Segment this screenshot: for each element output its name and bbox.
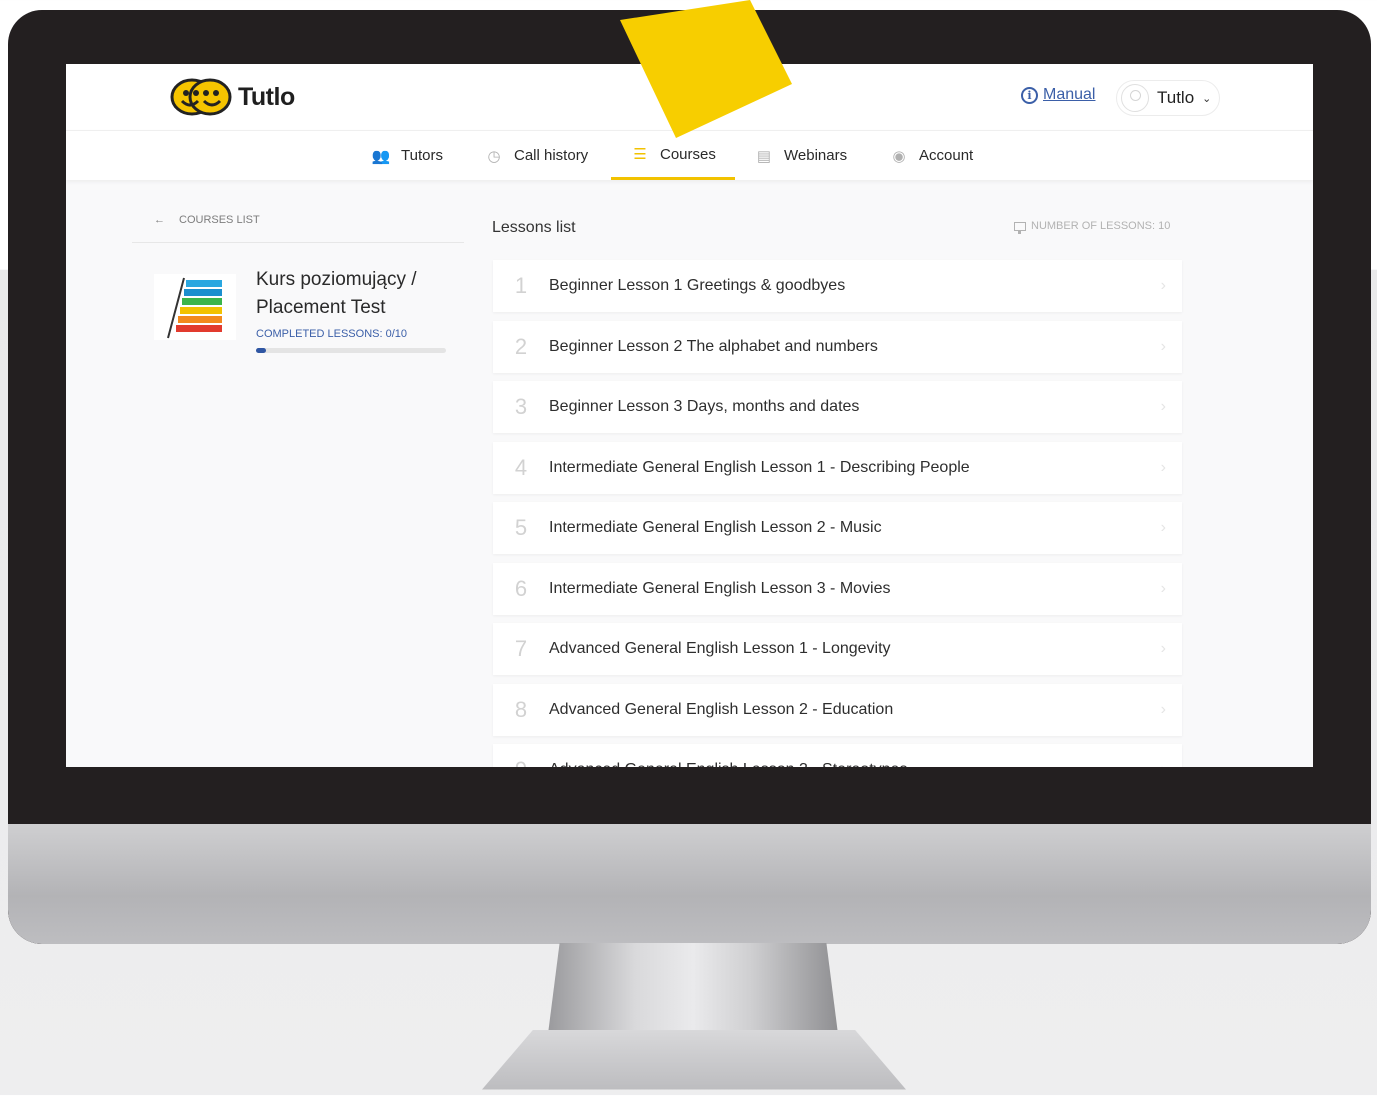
chevron-right-icon: › (1160, 458, 1166, 476)
lesson-number: 3 (514, 394, 528, 419)
info-icon: i (1021, 86, 1038, 104)
account-icon: ◉ (892, 147, 906, 165)
lesson-number: 2 (514, 333, 528, 359)
tab-label: Call history (514, 147, 589, 164)
lesson-title: Advanced General English Lesson 3 - Ster… (549, 761, 907, 767)
tab-label: Courses (660, 145, 716, 163)
lesson-number: 7 (514, 636, 528, 661)
lesson-list: 1 Beginner Lesson 1 Greetings & goodbyes ›… (493, 260, 1182, 767)
logo-text: Tutlo (238, 82, 295, 111)
lesson-title: Intermediate General English Lesson 2 - … (549, 519, 882, 536)
chevron-down-icon: ⌄ (1202, 92, 1212, 105)
monitor-stand-base (482, 1030, 906, 1090)
monitor-chin (8, 824, 1371, 944)
lesson-title: Advanced General English Lesson 2 - Educ… (549, 700, 894, 718)
chevron-right-icon: › (1160, 337, 1166, 355)
back-label: COURSES LIST (179, 214, 260, 226)
lesson-number: 9 (493, 757, 549, 767)
completed-lessons: COMPLETED LESSONS: 0/10 (256, 328, 407, 340)
course-title: Kurs poziomujący / Placement Test (256, 269, 417, 318)
lessons-heading: Lessons list (492, 219, 576, 236)
users-icon: 👥 (371, 147, 391, 165)
tab-label: Account (919, 147, 974, 164)
lesson-title: Intermediate General English Lesson 1 - … (549, 458, 970, 476)
lesson-number: 5 (514, 515, 528, 540)
chevron-right-icon: › (1161, 761, 1166, 767)
lesson-row[interactable]: 6 Intermediate General English Lesson 3 -… (493, 562, 1182, 615)
lesson-title: Beginner Lesson 3 Days, months and dates (549, 398, 860, 415)
user-name: Tutlo (1157, 88, 1195, 107)
tab-tutors[interactable]: 👥 Tutors (371, 131, 443, 180)
back-to-courses-link[interactable]: ← COURSES LIST (132, 214, 464, 243)
course-progress-bar (256, 348, 446, 353)
course-levels-icon (154, 274, 236, 340)
manual-label: Manual (1043, 86, 1096, 103)
arrow-left-icon: ← (154, 214, 165, 226)
tab-account[interactable]: ◉ Account (889, 131, 973, 180)
lessons-count: NUMBER OF LESSONS: 10 (1014, 220, 1171, 234)
lesson-row[interactable]: 7 Advanced General English Lesson 1 - Lon… (493, 623, 1182, 675)
lesson-row[interactable]: 8 Advanced General English Lesson 2 - Edu… (493, 683, 1182, 736)
chevron-right-icon: › (1160, 519, 1166, 536)
lesson-title: Intermediate General English Lesson 3 - … (549, 579, 891, 597)
lesson-title: Beginner Lesson 2 The alphabet and numbe… (549, 337, 878, 355)
lesson-number: 8 (514, 696, 528, 722)
lesson-row[interactable]: 1 Beginner Lesson 1 Greetings & goodbyes › (493, 260, 1182, 312)
chevron-right-icon: › (1160, 579, 1166, 597)
lesson-row[interactable]: 4 Intermediate General English Lesson 1 -… (493, 441, 1182, 494)
main-content: ← COURSES LIST Kurs poziomujący / Placem… (66, 180, 1313, 767)
progress-fill (256, 348, 266, 353)
lesson-row[interactable]: 5 Intermediate General English Lesson 2 -… (493, 502, 1182, 554)
tab-label: Tutors (401, 147, 443, 164)
chevron-right-icon: › (1160, 277, 1166, 294)
manual-link[interactable]: i Manual (1021, 86, 1095, 104)
history-icon: ◷ (487, 147, 501, 165)
lesson-row[interactable]: 2 Beginner Lesson 2 The alphabet and numb… (493, 320, 1182, 373)
logo[interactable]: Tutlo (170, 78, 295, 116)
lesson-row[interactable]: 3 Beginner Lesson 3 Days, months and date… (493, 381, 1182, 433)
pointer-arrow-icon (620, 0, 792, 138)
lesson-number: 6 (514, 575, 528, 601)
chevron-right-icon: › (1160, 398, 1166, 415)
lesson-title: Beginner Lesson 1 Greetings & goodbyes (549, 277, 846, 294)
avatar (1121, 84, 1149, 112)
tab-label: Webinars (784, 147, 848, 164)
app-screen: Tutlo i Manual Tutlo ⌄ 👥 Tutors ◷ Call h… (66, 64, 1313, 767)
tab-call-history[interactable]: ◷ Call history (484, 131, 588, 180)
list-icon: ☰ (633, 146, 647, 163)
lessons-count-label: NUMBER OF LESSONS: 10 (1031, 220, 1171, 232)
lesson-row[interactable]: 9Advanced General English Lesson 3 - Ste… (493, 744, 1182, 767)
lesson-number: 1 (514, 273, 528, 298)
chevron-right-icon: › (1160, 640, 1166, 657)
tutlo-logo-icon (170, 78, 232, 116)
webinar-icon: ▤ (756, 147, 772, 165)
lesson-number: 4 (514, 454, 528, 480)
user-menu[interactable]: Tutlo ⌄ (1116, 80, 1221, 116)
lesson-title: Advanced General English Lesson 1 - Long… (549, 640, 891, 657)
presentation-icon (1014, 221, 1026, 234)
chevron-right-icon: › (1160, 700, 1166, 718)
